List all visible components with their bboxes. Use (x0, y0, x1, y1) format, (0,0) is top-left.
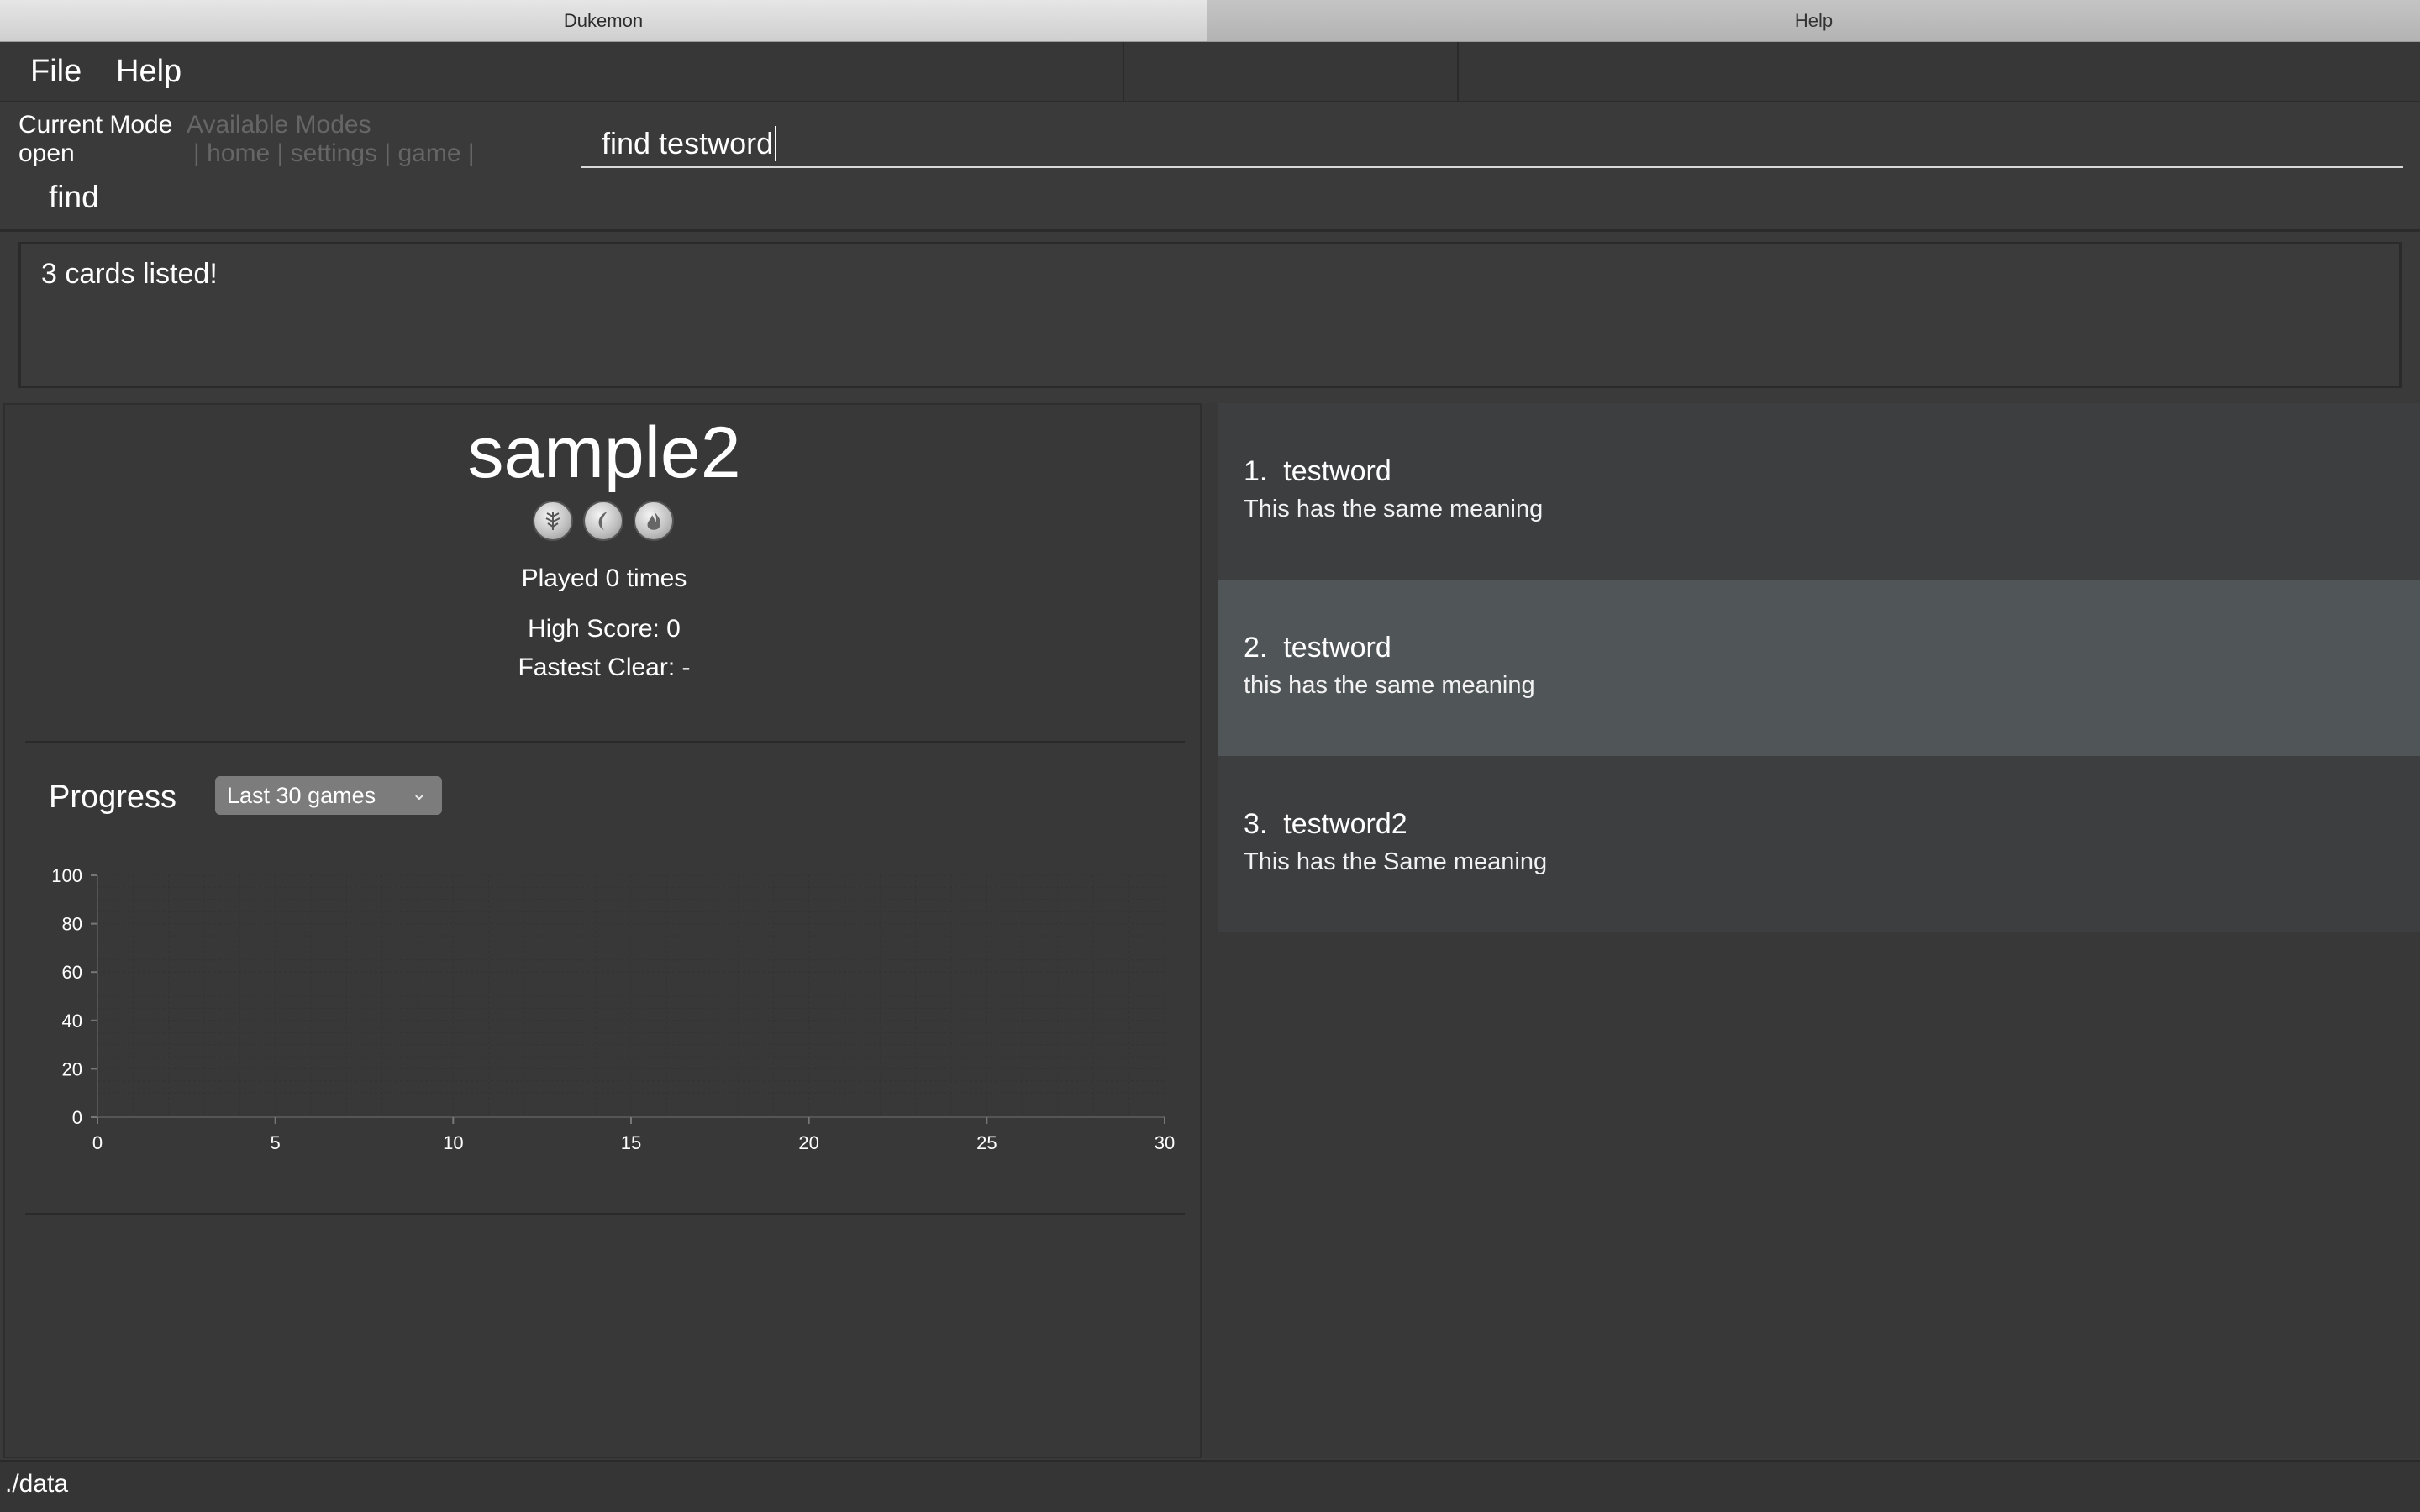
text-caret (775, 126, 777, 161)
progress-title: Progress (49, 780, 177, 815)
card-list-item[interactable]: 2. testword this has the same meaning (1218, 580, 2420, 756)
y-tick-label: 0 (72, 1107, 82, 1128)
tab-help[interactable]: Help (1207, 0, 2420, 42)
y-tick-label: 40 (62, 1011, 82, 1032)
played-count: Played 0 times (521, 564, 687, 592)
water-badge-icon (583, 501, 623, 541)
result-message: 3 cards listed! (41, 258, 218, 290)
wordbank-title: sample2 (467, 412, 741, 493)
card-title: 1. testword (1244, 455, 1392, 487)
menu-divider (1123, 42, 1124, 101)
status-bar: ./data (0, 1460, 2420, 1512)
leaf-badge-icon (533, 501, 573, 541)
card-title: 2. testword (1244, 632, 1392, 664)
current-mode-label: Current Mode (18, 111, 173, 139)
y-tick-label: 60 (62, 962, 82, 983)
card-title: 3. testword2 (1244, 808, 1407, 840)
tab-dukemon[interactable]: Dukemon (0, 0, 1207, 42)
y-tick-label: 100 (51, 865, 82, 886)
window-tab-bar: Dukemon Help (0, 0, 2420, 42)
mode-command-area: Current Mode Available Modes open | home… (0, 102, 2420, 232)
card-meaning: this has the same meaning (1244, 672, 1535, 699)
menu-divider (1457, 42, 1459, 101)
dropdown-value: Last 30 games (227, 782, 376, 808)
menu-file[interactable]: File (25, 50, 87, 93)
fire-badge-icon (634, 501, 674, 541)
x-tick-label: 25 (976, 1132, 997, 1153)
result-display: 3 cards listed! (18, 242, 2402, 388)
x-tick-label: 20 (798, 1132, 818, 1153)
x-tick-label: 10 (443, 1132, 463, 1153)
section-divider (25, 741, 1185, 743)
fastest-clear: Fastest Clear: - (518, 654, 691, 681)
available-modes-label: Available Modes (187, 111, 371, 139)
x-tick-label: 30 (1155, 1132, 1175, 1153)
current-mode-value: open (18, 139, 75, 167)
high-score: High Score: 0 (528, 615, 681, 643)
command-input-text: find testword (602, 126, 774, 160)
data-path: ./data (5, 1470, 69, 1498)
x-tick-label: 15 (621, 1132, 641, 1153)
y-tick-label: 80 (62, 914, 82, 935)
available-modes-list: | home | settings | game | (193, 139, 475, 167)
card-list-panel: 1. testword This has the same meaning 2.… (1203, 403, 2420, 1458)
card-meaning: This has the same meaning (1244, 496, 1544, 522)
badge-row (533, 501, 674, 541)
menu-help[interactable]: Help (111, 50, 187, 93)
card-list-item[interactable]: 1. testword This has the same meaning (1218, 403, 2420, 580)
wordbank-stats-panel: sample2 Played 0 times High Score: 0 Fas… (3, 403, 1202, 1458)
command-input[interactable]: find testword (581, 121, 2403, 168)
menu-bar: File Help (0, 42, 2420, 102)
card-list-item[interactable]: 3. testword2 This has the Same meaning (1218, 756, 2420, 932)
y-tick-label: 20 (62, 1058, 82, 1079)
chevron-down-icon: ⌄ (411, 783, 427, 804)
progress-chart: 0 5 10 15 20 25 30 0 20 40 60 80 100 (51, 865, 1175, 1153)
command-name-label: find (49, 180, 99, 214)
section-divider (25, 1213, 1185, 1215)
x-tick-label: 0 (92, 1132, 103, 1153)
x-tick-label: 5 (271, 1132, 281, 1153)
card-meaning: This has the Same meaning (1244, 848, 1548, 875)
progress-range-dropdown[interactable]: Last 30 games ⌄ (215, 776, 442, 815)
